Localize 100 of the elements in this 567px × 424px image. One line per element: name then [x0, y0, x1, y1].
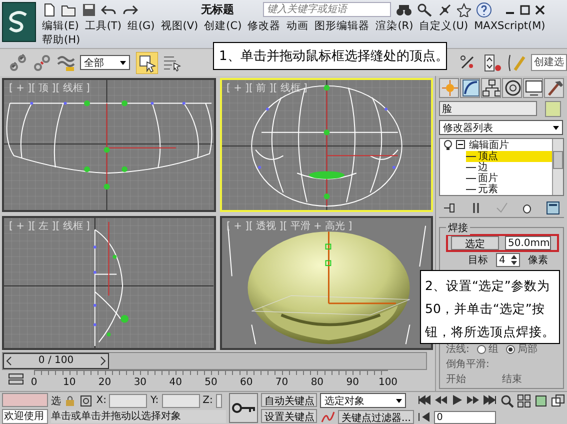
go-to-end-icon[interactable]	[483, 395, 497, 405]
play-icon[interactable]	[451, 395, 463, 405]
app-logo-icon[interactable]	[2, 2, 36, 42]
selection-filter-dropdown[interactable]: 全部	[80, 55, 130, 70]
check-icon[interactable]	[496, 202, 508, 214]
save-icon[interactable]	[82, 2, 96, 16]
redo-icon[interactable]	[122, 2, 138, 16]
next-frame-icon[interactable]	[100, 356, 106, 366]
previous-frame-icon[interactable]	[6, 356, 12, 366]
tick-label: 60	[240, 376, 253, 388]
next-key-icon[interactable]	[466, 395, 480, 405]
curve-icon[interactable]	[460, 78, 480, 98]
key-mode-dropdown[interactable]: 选定对象	[320, 393, 406, 408]
frame-counter: 0 / 100	[38, 355, 74, 366]
key-icon	[232, 402, 256, 414]
tick-label: 100	[378, 376, 398, 388]
tick-label: 50	[204, 376, 218, 388]
prompt-text: 单击或单击并拖动以选择对象	[51, 410, 226, 423]
window-title: 无标题	[201, 2, 234, 17]
auto-key-button[interactable]: 自动关键点	[261, 393, 318, 407]
menu-item[interactable]: 创建(C)	[204, 19, 242, 33]
instruction-callout: 2、设置“选定”参数为50，并单击“选定”按钮，将所选顶点焊接。	[420, 270, 560, 344]
zoom-icon[interactable]	[500, 394, 514, 408]
key-mode-toggle-icon[interactable]	[417, 412, 431, 422]
rollout-title: 焊接	[446, 221, 470, 235]
undo-icon[interactable]	[101, 2, 117, 16]
spinner-snap-icon[interactable]	[483, 52, 503, 72]
binoculars-icon[interactable]	[396, 2, 412, 16]
weld-selected-button[interactable]: 选定	[451, 236, 499, 250]
menu-item[interactable]: 视图(V)	[160, 19, 198, 33]
unlink-icon[interactable]	[32, 52, 52, 72]
time-slider-thumb[interactable]: 0 / 100	[3, 353, 109, 369]
light-bulb-icon[interactable]	[443, 139, 453, 151]
previous-key-icon[interactable]	[434, 395, 448, 405]
zoom-extents-icon[interactable]	[534, 394, 548, 408]
target-spinner[interactable]: 4	[496, 253, 520, 267]
current-frame-field[interactable]: 0	[434, 410, 496, 424]
hierarchy-icon[interactable]	[481, 78, 501, 98]
menu-item[interactable]: 修改器	[248, 19, 281, 33]
menu-item[interactable]: 渲染(R)	[376, 19, 414, 33]
menu-item[interactable]: 图形编辑器	[314, 19, 370, 33]
configure-icon[interactable]	[546, 201, 560, 215]
collapse-icon[interactable]	[456, 140, 466, 150]
object-color-swatch[interactable]	[545, 101, 561, 117]
tick-label: 30	[134, 376, 147, 388]
menu-item[interactable]: 帮助(H)	[42, 33, 80, 47]
go-to-start-icon[interactable]	[417, 395, 431, 405]
hammer-icon[interactable]	[544, 78, 564, 98]
tick-label: 90	[346, 376, 359, 388]
menu-item[interactable]: 组(G)	[127, 19, 155, 33]
object-name-field[interactable]: 脸	[439, 101, 537, 116]
z-coordinate-field[interactable]	[216, 394, 222, 408]
monitor-icon[interactable]	[523, 78, 543, 98]
tick-label: 70	[275, 376, 288, 388]
z-label: Z:	[202, 395, 213, 406]
listener-field[interactable]	[2, 393, 48, 407]
normals-label: 法线:	[446, 343, 470, 356]
named-selection-field[interactable]: 创建选	[531, 54, 567, 71]
absolute-mode-icon[interactable]	[79, 394, 94, 408]
modifier-list-dropdown[interactable]: 修改器列表	[439, 120, 563, 135]
key-filters-button[interactable]: 关键点过滤器...	[338, 410, 414, 424]
time-slider[interactable]: 0 / 100	[2, 352, 427, 370]
menu-item[interactable]: MAXScript(M)	[474, 19, 546, 33]
edit-named-selection-icon[interactable]	[507, 52, 527, 72]
menu-item[interactable]: 编辑(E)	[42, 19, 79, 33]
star-icon[interactable]	[457, 2, 471, 16]
x-coordinate-field[interactable]	[109, 394, 148, 408]
set-key-button[interactable]	[229, 393, 258, 423]
selection-label: 选	[51, 394, 62, 408]
welcome-field[interactable]: 欢迎使用	[2, 409, 48, 424]
modifier-stack-item[interactable]: 编辑面片	[440, 139, 552, 151]
lock-icon[interactable]	[64, 394, 76, 406]
weld-threshold-spinner[interactable]: 50.0mm	[505, 236, 551, 250]
remove-modifier-icon[interactable]	[522, 202, 532, 214]
x-label: X:	[96, 395, 106, 406]
motion-icon[interactable]	[502, 78, 522, 98]
menu-item[interactable]: 自定义(U)	[419, 19, 468, 33]
curve-editor-icon[interactable]	[320, 410, 336, 424]
close-icon[interactable]	[535, 4, 545, 14]
link-icon[interactable]	[8, 52, 28, 72]
set-key-mode-button[interactable]: 设置关键点	[261, 409, 318, 423]
search-field[interactable]: 键入关键字或短语	[263, 2, 391, 17]
target-label: 目标	[468, 254, 488, 267]
y-coordinate-field[interactable]	[162, 394, 200, 408]
track-bar-icon[interactable]	[8, 372, 24, 385]
select-object-button[interactable]	[136, 52, 158, 74]
show-end-result-icon[interactable]	[471, 202, 482, 214]
new-file-icon[interactable]	[42, 2, 56, 16]
end-label: 结束	[502, 372, 522, 386]
sub-object-level[interactable]: 顶点	[466, 151, 552, 162]
menu-item[interactable]: 工具(T)	[84, 19, 122, 33]
maximize-icon[interactable]	[520, 4, 530, 14]
help-icon[interactable]	[476, 2, 492, 18]
zoom-extents-all-icon[interactable]	[551, 394, 565, 408]
menu-item[interactable]: 动画	[286, 19, 309, 33]
pin-icon[interactable]	[443, 202, 457, 214]
scrollbar[interactable]	[552, 139, 563, 195]
folder-icon[interactable]	[61, 2, 77, 16]
tick-label: 40	[169, 376, 182, 388]
zoom-all-icon[interactable]	[517, 394, 531, 408]
